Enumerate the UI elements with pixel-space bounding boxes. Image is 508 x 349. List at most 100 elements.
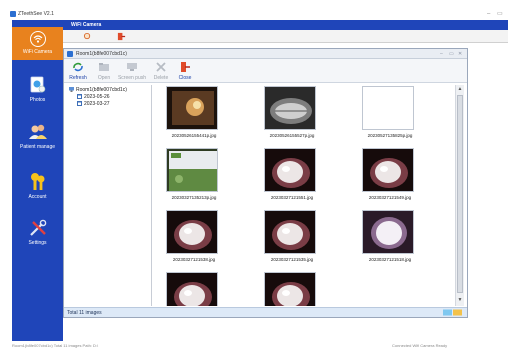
open-label: Open: [97, 75, 111, 81]
app-status-right: Connected Wifi Camera Ready: [392, 343, 448, 348]
tree-item-date[interactable]: 2023-05-26: [77, 94, 110, 100]
sidebar-item-label: WiFi Camera: [22, 49, 53, 55]
thumbnail-image[interactable]: [166, 210, 218, 254]
photo-preview: [265, 211, 315, 253]
sidebar: WiFi Camera Photos Patient manage Accoun…: [12, 20, 63, 341]
main-title: WiFi Camera: [71, 22, 102, 28]
scrollbar-thumb[interactable]: [457, 95, 463, 293]
search-room-icon[interactable]: [83, 32, 92, 41]
window-maximize-button[interactable]: ▭: [449, 51, 454, 57]
sidebar-item-account[interactable]: Account: [12, 172, 63, 200]
photo-preview: [167, 87, 217, 129]
tree-item-label: 2023-05-26: [84, 94, 110, 100]
room-window-title: Room1(b8fe007cbd1c): [76, 51, 127, 57]
refresh-icon: [73, 62, 83, 72]
photo-preview: [265, 273, 315, 306]
photos-icon: [30, 76, 45, 93]
sidebar-item-label: Patient manage: [19, 144, 56, 150]
thumbnail-filename: 20230327135213p.jpg: [171, 195, 217, 200]
window-close-button[interactable]: ✕: [458, 51, 462, 57]
screen-push-button[interactable]: Screen push: [117, 62, 147, 81]
thumbnail-filename: 20230327121551.jpg: [270, 195, 314, 200]
refresh-button[interactable]: Refresh: [65, 62, 91, 81]
calendar-icon: [77, 101, 82, 106]
image-count: Total 11 images: [67, 310, 102, 316]
thumbnail-image[interactable]: [362, 86, 414, 130]
thumbnail-item[interactable]: 20230327121535.jpg: [252, 210, 332, 270]
tools-icon: [29, 219, 46, 236]
delete-button[interactable]: Delete: [148, 62, 174, 81]
folder-tree: Room1(b8fe007cbd1c) 2023-05-26 2023-03-2…: [66, 85, 152, 306]
delete-x-icon: [156, 62, 166, 72]
thumbnail-filename: 20230526155441p.jpg: [171, 133, 217, 138]
sidebar-item-label: Photos: [29, 97, 46, 103]
delete-label: Delete: [153, 75, 169, 81]
thumbnail-item[interactable]: 20230327121518.jpg: [350, 210, 430, 270]
photo-preview: [363, 87, 413, 129]
close-button[interactable]: Close: [172, 62, 198, 81]
app-status-bar: Room1(b8fe007cbd1c) Total 11 images Path…: [0, 342, 508, 349]
scroll-up-icon[interactable]: ▲: [457, 86, 463, 93]
sidebar-item-patient-manage[interactable]: Patient manage: [12, 122, 63, 150]
sidebar-item-settings[interactable]: Settings: [12, 218, 63, 246]
thumbnail-image[interactable]: [264, 272, 316, 306]
view-mode-icon[interactable]: [442, 309, 464, 316]
scroll-down-icon[interactable]: ▼: [457, 297, 463, 304]
room-window: Room1(b8fe007cbd1c) – ▭ ✕ Refresh Open S…: [63, 48, 468, 318]
calendar-icon: [77, 94, 82, 99]
thumbnail-image[interactable]: [362, 148, 414, 192]
vertical-scrollbar[interactable]: ▲ ▼: [455, 85, 464, 306]
photo-preview: [363, 211, 413, 253]
toolbar: Refresh Open Screen push Delete Close: [64, 59, 467, 83]
app-status-left: Room1(b8fe007cbd1c) Total 11 images Path…: [12, 343, 99, 348]
wifi-icon: [29, 31, 46, 47]
exit-icon[interactable]: [117, 32, 126, 41]
thumbnail-filename: 20230526155527p.jpg: [269, 133, 315, 138]
thumbnail-item[interactable]: 20230327135213p.jpg: [154, 148, 234, 208]
thumbnail-image[interactable]: [264, 210, 316, 254]
photo-preview: [167, 211, 217, 253]
minimize-button[interactable]: –: [487, 11, 490, 17]
window-minimize-button[interactable]: –: [440, 51, 443, 57]
main-tab-strip: [63, 30, 508, 43]
sidebar-item-photos[interactable]: Photos: [12, 75, 63, 103]
thumbnail-image[interactable]: [166, 86, 218, 130]
thumbnail-item[interactable]: 20230327121538.jpg: [154, 210, 234, 270]
photo-preview: [265, 149, 315, 191]
thumbnail-image[interactable]: [264, 148, 316, 192]
thumbnail-image[interactable]: [362, 210, 414, 254]
open-button[interactable]: Open: [91, 62, 117, 81]
thumbnail-image[interactable]: [166, 148, 218, 192]
thumbnail-item[interactable]: [154, 272, 234, 306]
thumbnail-item[interactable]: 20230327121549.jpg: [350, 148, 430, 208]
thumbnail-item[interactable]: 20230526155527p.jpg: [252, 86, 332, 146]
thumbnail-item[interactable]: 20230327121551.jpg: [252, 148, 332, 208]
keys-icon: [30, 173, 44, 190]
thumbnail-filename: 20230327121538.jpg: [172, 257, 216, 262]
app-titlebar: ZTeethSee V2.1 – ▭: [0, 0, 508, 20]
folder-icon: [99, 63, 109, 71]
thumbnail-image[interactable]: [264, 86, 316, 130]
app-title: ZTeethSee V2.1: [18, 11, 54, 17]
thumbnail-item[interactable]: [252, 272, 332, 306]
status-bar: Total 11 images: [64, 307, 467, 317]
computer-icon: [69, 87, 74, 92]
thumbnail-item[interactable]: 20230526155441p.jpg: [154, 86, 234, 146]
thumbnail-filename: 20230327121549.jpg: [368, 195, 412, 200]
room-window-titlebar[interactable]: Room1(b8fe007cbd1c) – ▭ ✕: [64, 49, 467, 59]
window-logo-icon: [67, 51, 73, 57]
close-label: Close: [178, 75, 192, 81]
sidebar-item-wifi-camera[interactable]: WiFi Camera: [12, 27, 63, 60]
photo-preview: [265, 87, 315, 129]
thumbnail-filename: 20230327121518.jpg: [368, 257, 412, 262]
photo-preview: [167, 149, 217, 191]
thumbnail-item[interactable]: 20230527135825p.jpg: [350, 86, 430, 146]
main-header: WiFi Camera: [63, 20, 508, 30]
thumbnail-image[interactable]: [166, 272, 218, 306]
monitor-icon: [127, 63, 137, 71]
exit-door-icon: [181, 62, 190, 72]
screen-push-label: Screen push: [117, 75, 147, 81]
maximize-button[interactable]: ▭: [497, 11, 503, 17]
tree-root[interactable]: Room1(b8fe007cbd1c): [69, 87, 127, 93]
tree-item-date[interactable]: 2023-03-27: [77, 101, 110, 107]
